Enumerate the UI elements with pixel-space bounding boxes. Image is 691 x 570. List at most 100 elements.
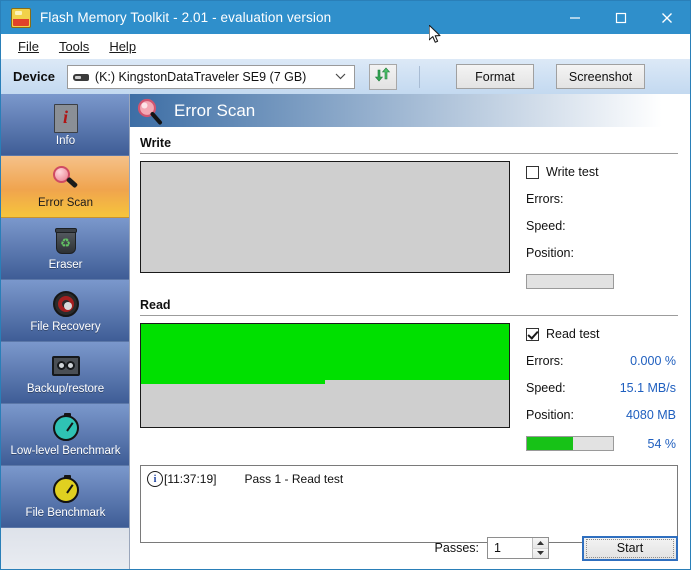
minimize-button[interactable] (552, 1, 598, 34)
sidebar-item-label: Backup/restore (26, 382, 105, 395)
read-test-label: Read test (546, 327, 600, 341)
menu-file-label: File (18, 38, 39, 54)
sidebar-item-label: Eraser (48, 258, 83, 271)
tape-cassette-icon (51, 351, 81, 381)
write-progress-bar (526, 274, 614, 289)
start-button[interactable]: Start (582, 535, 678, 561)
main-panel: Error Scan Write Write test Errors: Spee… (130, 94, 690, 569)
sidebar-item-label: File Recovery (30, 320, 101, 333)
sidebar-item-file-benchmark[interactable]: File Benchmark (1, 466, 129, 528)
write-errors-label: Errors: (526, 192, 564, 206)
stopwatch-yellow-icon (51, 474, 81, 505)
read-stats: Read test Errors: 0.000 % Speed: 15.1 MB… (526, 323, 676, 451)
write-test-label: Write test (546, 165, 599, 179)
device-select-value: (K:) KingstonDataTraveler SE9 (7 GB) (94, 69, 307, 84)
passes-value: 1 (494, 541, 501, 555)
page-header: Error Scan (130, 94, 690, 127)
refresh-button[interactable] (368, 63, 397, 90)
log-panel[interactable]: i [11:37:19] Pass 1 - Read test (140, 465, 678, 543)
read-graph-fill-right (325, 324, 509, 380)
lifebuoy-icon (51, 289, 81, 319)
write-test-checkbox[interactable] (526, 165, 539, 179)
write-progress-row (526, 274, 676, 289)
sidebar-item-label: Info (55, 134, 76, 147)
sidebar-item-info[interactable]: Info (1, 94, 129, 156)
sidebar-item-eraser[interactable]: Eraser (1, 218, 129, 280)
log-entry-message: Pass 1 - Read test (244, 472, 344, 486)
sidebar-item-low-level-benchmark[interactable]: Low-level Benchmark (1, 404, 129, 466)
read-speed-value: 15.1 MB/s (619, 381, 676, 395)
chevron-down-icon[interactable] (327, 65, 354, 88)
window-controls (552, 1, 690, 34)
info-icon: i (147, 471, 163, 487)
read-position-label: Position: (526, 408, 574, 422)
read-speed-row: Speed: 15.1 MB/s (526, 381, 676, 395)
write-speed-row: Speed: (526, 219, 676, 233)
write-divider (140, 153, 678, 154)
sidebar-item-label: File Benchmark (25, 506, 106, 519)
menu-tools-label: Tools (58, 38, 90, 54)
read-section-title: Read (140, 298, 171, 312)
read-progress-row: 54 % (526, 436, 676, 451)
write-position-label: Position: (526, 246, 574, 260)
read-position-value: 4080 MB (625, 408, 676, 422)
stopwatch-teal-icon (51, 412, 81, 443)
write-stats: Write test Errors: Speed: Position: (526, 161, 676, 289)
read-section: Read test Errors: 0.000 % Speed: 15.1 MB… (130, 323, 690, 451)
log-entry-time: [11:37:19] (164, 472, 217, 486)
write-position-row: Position: (526, 246, 676, 260)
menu-help[interactable]: Help (100, 37, 145, 56)
write-speed-label: Speed: (526, 219, 566, 233)
window-title: Flash Memory Toolkit - 2.01 - evaluation… (40, 10, 332, 25)
write-section-title: Write (140, 136, 172, 150)
menu-help-label: Help (109, 38, 137, 54)
read-progress-percent: 54 % (647, 436, 677, 451)
passes-stepper[interactable]: 1 (487, 537, 549, 559)
write-progress-graph (140, 161, 510, 273)
sidebar-item-label: Error Scan (38, 196, 93, 209)
read-errors-row: Errors: 0.000 % (526, 354, 676, 368)
read-divider (140, 315, 678, 316)
read-progress-graph (140, 323, 510, 428)
usb-drive-icon (72, 72, 89, 82)
device-label: Device (13, 69, 55, 84)
sidebar-item-label: Low-level Benchmark (10, 444, 121, 457)
device-select[interactable]: (K:) KingstonDataTraveler SE9 (7 GB) (66, 64, 355, 89)
read-graph-fill-left (141, 324, 325, 384)
read-speed-label: Speed: (526, 381, 566, 395)
menu-tools[interactable]: Tools (50, 37, 98, 56)
page-title: Error Scan (174, 100, 256, 120)
sidebar: Info Error Scan Eraser File Recovery Bac… (1, 94, 130, 569)
passes-increment-button[interactable] (532, 538, 548, 549)
read-test-checkbox[interactable] (526, 327, 539, 341)
sidebar-item-file-recovery[interactable]: File Recovery (1, 280, 129, 342)
close-button[interactable] (644, 1, 690, 34)
maximize-button[interactable] (598, 1, 644, 34)
read-progress-fill (527, 437, 574, 450)
toolbar-separator (418, 65, 420, 88)
trash-recycle-icon (51, 227, 81, 257)
menu-file[interactable]: File (9, 37, 48, 56)
start-button-label: Start (586, 538, 674, 558)
sidebar-item-backup-restore[interactable]: Backup/restore (1, 342, 129, 404)
write-section: Write test Errors: Speed: Position: (130, 161, 690, 289)
passes-stepper-buttons (532, 538, 548, 558)
magnifier-icon (136, 98, 164, 126)
write-test-checkbox-row[interactable]: Write test (526, 165, 676, 179)
menu-bar: File Tools Help (1, 34, 690, 58)
refresh-icon (374, 66, 391, 88)
format-button[interactable]: Format (455, 64, 534, 89)
read-progress-bar (526, 436, 614, 451)
read-position-row: Position: 4080 MB (526, 408, 676, 422)
read-test-checkbox-row[interactable]: Read test (526, 327, 676, 341)
bottom-bar: Passes: 1 Start (130, 535, 690, 561)
sidebar-item-error-scan[interactable]: Error Scan (1, 156, 129, 218)
info-document-icon (51, 103, 81, 133)
read-errors-label: Errors: (526, 354, 564, 368)
flash-drive-icon (11, 7, 31, 28)
write-errors-row: Errors: (526, 192, 676, 206)
screenshot-button[interactable]: Screenshot (555, 64, 646, 89)
magnifier-icon (51, 165, 81, 195)
device-toolbar: Device (K:) KingstonDataTraveler SE9 (7 … (1, 58, 690, 94)
passes-decrement-button[interactable] (532, 548, 548, 558)
